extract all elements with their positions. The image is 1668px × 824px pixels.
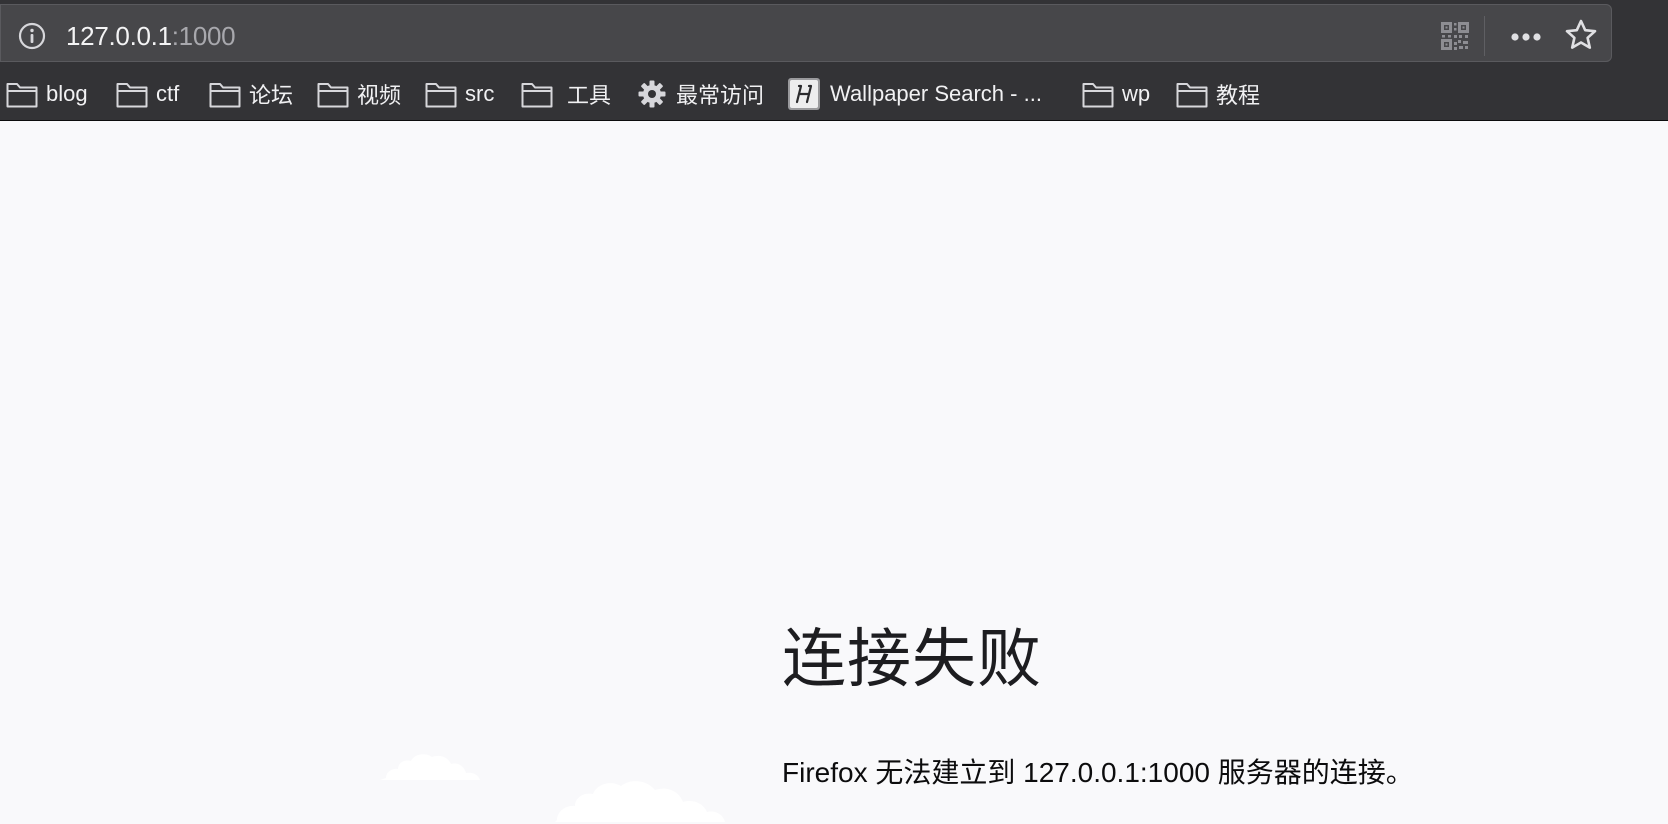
bookmark-folder-blog[interactable]: blog: [6, 78, 88, 110]
folder-icon: [1176, 83, 1208, 108]
bookmark-folder-video[interactable]: 视频: [317, 78, 401, 110]
bookmark-folder-forum[interactable]: 论坛: [209, 78, 293, 110]
url-port: :1000: [171, 21, 236, 51]
bookmark-label: wp: [1122, 81, 1151, 106]
cloud-illustration: [380, 754, 480, 780]
folder-icon: [1082, 83, 1114, 108]
url-text[interactable]: 127.0.0.1:1000: [66, 21, 236, 52]
error-page: 连接失败 Firefox 无法建立到 127.0.0.1:1000 服务器的连接…: [0, 121, 1668, 822]
bookmark-label: blog: [46, 81, 88, 106]
site-favicon-icon: [788, 78, 820, 110]
bookmarks-toolbar: blog ctf 论坛 视频 src 工具 最常访问 Wallpaper Sea…: [0, 68, 1668, 121]
bookmark-folder-src[interactable]: src: [425, 78, 494, 110]
error-title: 连接失败: [782, 623, 1042, 697]
folder-icon: [317, 83, 349, 108]
bookmark-label: 工具: [567, 83, 612, 108]
url-host: 127.0.0.1: [66, 21, 172, 51]
url-bar[interactable]: 127.0.0.1:1000: [0, 4, 1612, 62]
cloud-illustration: [555, 781, 725, 822]
bookmark-label: 教程: [1216, 83, 1261, 108]
info-icon[interactable]: [18, 22, 46, 50]
folder-icon: [116, 83, 148, 108]
more-actions-icon[interactable]: [1508, 22, 1544, 52]
url-bar-separator: [1484, 16, 1485, 56]
bookmark-label: Wallpaper Search - ...: [830, 81, 1042, 106]
folder-icon: [209, 83, 241, 108]
folder-icon: [6, 83, 38, 108]
gear-icon: [638, 80, 666, 108]
bookmark-wallpaper-search[interactable]: Wallpaper Search - ...: [788, 78, 1042, 110]
bookmark-folder-tools[interactable]: 工具: [521, 78, 611, 110]
bookmark-label: 最常访问: [676, 83, 765, 108]
bookmark-folder-tutorial[interactable]: 教程: [1176, 78, 1260, 110]
bookmark-label: ctf: [156, 81, 180, 106]
bookmark-most-visited[interactable]: 最常访问: [638, 78, 764, 110]
bookmark-folder-wp[interactable]: wp: [1082, 78, 1150, 110]
bookmark-star-icon[interactable]: [1564, 18, 1598, 52]
folder-icon: [521, 83, 553, 108]
bookmark-label: src: [465, 81, 495, 106]
bookmark-label: 视频: [357, 83, 402, 108]
bookmark-label: 论坛: [249, 83, 294, 108]
navigation-toolbar: 127.0.0.1:1000: [0, 0, 1668, 68]
bookmark-folder-ctf[interactable]: ctf: [116, 78, 179, 110]
folder-icon: [425, 83, 457, 108]
qr-code-icon[interactable]: [1440, 21, 1470, 51]
error-description: Firefox 无法建立到 127.0.0.1:1000 服务器的连接。: [782, 757, 1414, 788]
